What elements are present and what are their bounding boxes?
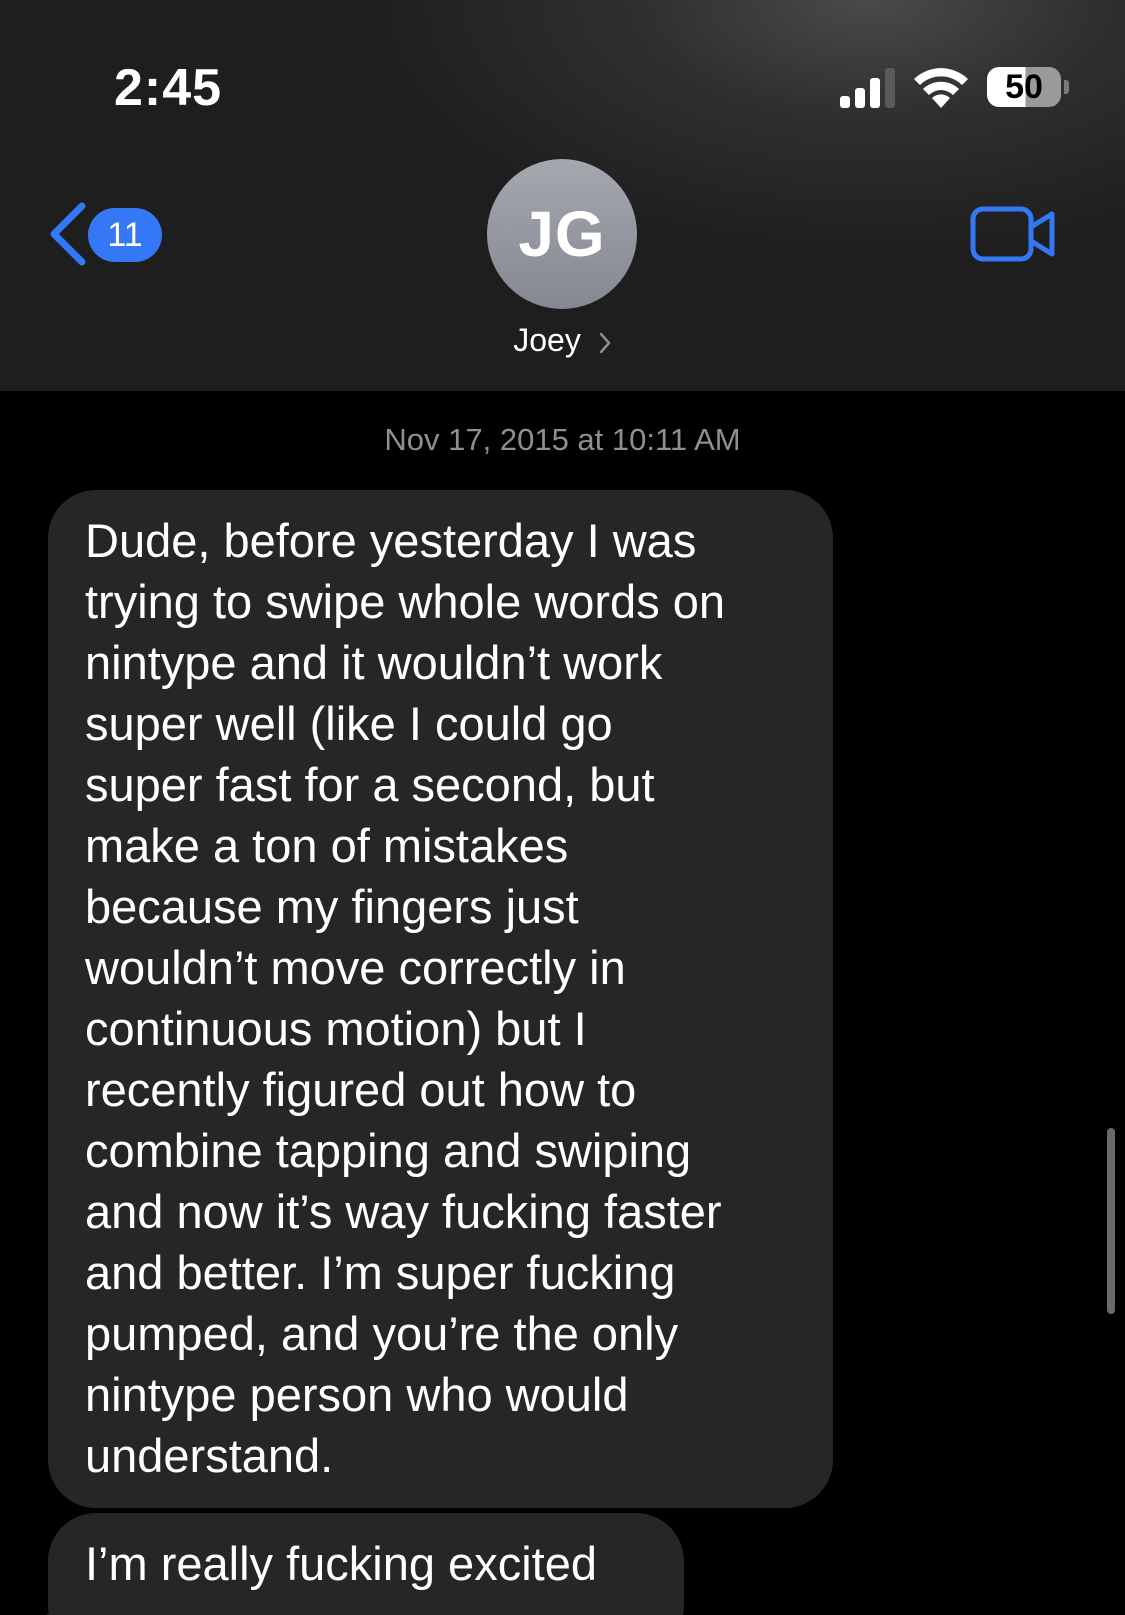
message-line: because my fingers just (85, 880, 579, 933)
incoming-message-bubble[interactable]: Dude, before yesterday I was trying to s… (48, 490, 833, 1508)
message-line: continuous motion) but I (85, 1002, 587, 1055)
message-line: make a ton of mistakes (85, 819, 569, 872)
back-button[interactable]: 11 (46, 200, 166, 270)
message-line: Dude, before yesterday I was (85, 514, 697, 567)
wifi-icon (914, 68, 968, 108)
message-line: trying to swipe whole words on (85, 575, 726, 628)
message-line: and now it’s way fucking faster (85, 1185, 722, 1238)
video-camera-icon[interactable] (970, 205, 1056, 263)
contact-name-button[interactable]: Joey (0, 322, 1125, 359)
battery-indicator: 50 (987, 67, 1069, 109)
message-text: I’m really fucking excited (85, 1537, 597, 1590)
messages-screen: 2:45 50 11 JG Joey Nov 17, 2015 at 10:11… (0, 0, 1125, 1615)
message-line: nintype and it wouldn’t work (85, 636, 663, 689)
message-line: and better. I’m super fucking (85, 1246, 676, 1299)
battery-tip (1064, 80, 1069, 94)
status-time: 2:45 (114, 59, 223, 117)
unread-count-badge: 11 (88, 208, 162, 262)
chevron-left-icon (50, 202, 86, 266)
contact-avatar[interactable]: JG (487, 159, 637, 309)
message-line: super fast for a second, but (85, 758, 655, 811)
message-timestamp: Nov 17, 2015 at 10:11 AM (384, 422, 741, 457)
conversation-header: 2:45 50 11 JG Joey (0, 0, 1125, 391)
message-line: understand. (85, 1429, 334, 1482)
message-line: recently figured out how to (85, 1063, 637, 1116)
message-line: nintype person who would (85, 1368, 629, 1421)
incoming-message-bubble[interactable]: I’m really fucking excited (48, 1513, 684, 1615)
contact-name: Joey (513, 322, 581, 358)
message-line: wouldn’t move correctly in (85, 941, 626, 994)
cellular-signal-icon (840, 68, 895, 108)
message-line: pumped, and you’re the only (85, 1307, 679, 1360)
chevron-right-icon (599, 332, 610, 353)
scrollbar[interactable] (1107, 1128, 1115, 1314)
battery-level: 50 (1005, 68, 1043, 106)
message-line: combine tapping and swiping (85, 1124, 692, 1177)
message-line: super well (like I could go (85, 697, 613, 750)
